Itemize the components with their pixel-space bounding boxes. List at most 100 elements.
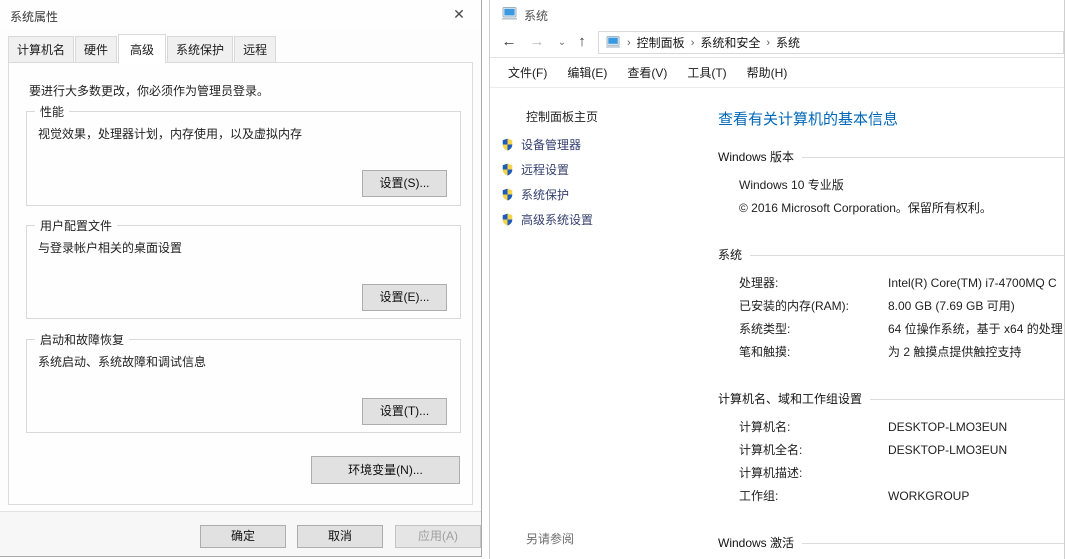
section-title: Windows 版本	[718, 150, 795, 164]
recent-pages-chevron-icon[interactable]: ⌄	[552, 37, 572, 48]
spec-value: DESKTOP-LMO3EUN	[888, 420, 1008, 434]
startup-recovery-group: 启动和故障恢复 系统启动、系统故障和调试信息 设置(T)...	[26, 331, 461, 433]
sidebar-item-control-panel-home[interactable]: 控制面板主页	[526, 108, 598, 125]
spec-row-full-computer-name: 计算机全名: DESKTOP-LMO3EUN	[739, 439, 1064, 462]
up-icon[interactable]: ↑	[572, 33, 592, 50]
section-title: 系统	[718, 248, 743, 262]
window-titlebar[interactable]: 系统	[490, 0, 1064, 28]
spec-row-ram: 已安装的内存(RAM): 8.00 GB (7.69 GB 可用)	[739, 295, 1064, 318]
performance-group-desc: 视觉效果，处理器计划，内存使用，以及虚拟内存	[38, 127, 303, 141]
ok-button[interactable]: 确定	[200, 525, 286, 548]
uac-shield-icon	[501, 162, 514, 177]
section-title: 计算机名、域和工作组设置	[718, 392, 863, 406]
back-icon[interactable]: ←	[499, 33, 519, 50]
breadcrumb-computer-icon	[606, 36, 621, 49]
spec-value: 为 2 触摸点提供触控支持	[888, 345, 1022, 359]
spec-row-workgroup: 工作组: WORKGROUP	[739, 485, 1064, 508]
screen: 系统属性 ✕ 计算机名 硬件 高级 系统保护 远程 要进行大多数更改，你必须作为…	[0, 0, 1065, 559]
spec-label: 计算机全名:	[739, 443, 803, 457]
windows-edition-section: Windows 版本 Windows 10 专业版 © 2016 Microso…	[718, 148, 1064, 220]
spec-row-computer-description: 计算机描述:	[739, 462, 1064, 485]
tab-system-protection[interactable]: 系统保护	[167, 36, 234, 63]
windows-activation-section: Windows 激活 Windows 已激活 阅读 Microsoft 软件许可…	[718, 534, 1064, 559]
windows-copyright: © 2016 Microsoft Corporation。保留所有权利。	[739, 201, 992, 215]
spec-label: 工作组:	[739, 489, 779, 503]
dialog-titlebar[interactable]: 系统属性 ✕	[0, 0, 481, 30]
sidebar-item-advanced-system-settings[interactable]: 高级系统设置	[501, 207, 690, 232]
spec-row-processor: 处理器: Intel(R) Core(TM) i7-4700MQ C	[739, 272, 1064, 295]
tab-hardware[interactable]: 硬件	[75, 36, 118, 63]
breadcrumb-separator-icon: ›	[627, 36, 631, 49]
spec-label: 已安装的内存(RAM):	[739, 299, 849, 313]
menu-help[interactable]: 帮助(H)	[737, 59, 798, 86]
spec-value: Intel(R) Core(TM) i7-4700MQ C	[888, 276, 1057, 290]
spec-label: 笔和触摸:	[739, 345, 791, 359]
user-profiles-settings-button[interactable]: 设置(E)...	[362, 284, 447, 311]
section-divider	[802, 157, 1064, 158]
breadcrumb-system-security[interactable]: 系统和安全	[700, 34, 760, 51]
task-sidebar: 控制面板主页 设备管理器 远程设置 系统保护 高级系统设置 另请参阅	[490, 88, 690, 559]
breadcrumb-separator-icon: ›	[690, 36, 695, 49]
menu-tools[interactable]: 工具(T)	[677, 59, 736, 86]
menu-view[interactable]: 查看(V)	[617, 59, 677, 86]
dialog-footer: 确定 取消 应用(A)	[0, 511, 481, 556]
spec-value: DESKTOP-LMO3EUN	[888, 443, 1008, 457]
system-window: 系统 ← → ⌄ ↑ › 控制面板 › 系统和安全 › 系统 文件(F) 编辑(…	[489, 0, 1065, 559]
spec-value	[888, 462, 1064, 485]
computer-name-section: 计算机名、域和工作组设置 计算机名: DESKTOP-LMO3EUN 计算机全名…	[718, 390, 1064, 508]
navigation-toolbar: ← → ⌄ ↑ › 控制面板 › 系统和安全 › 系统	[490, 28, 1064, 58]
computer-icon	[502, 7, 518, 24]
system-section: 系统 处理器: Intel(R) Core(TM) i7-4700MQ C 已安…	[718, 246, 1064, 364]
performance-settings-button[interactable]: 设置(S)...	[362, 170, 447, 197]
sidebar-item-remote-settings[interactable]: 远程设置	[501, 157, 690, 182]
environment-variables-button[interactable]: 环境变量(N)...	[311, 456, 460, 484]
sidebar-item-label: 系统保护	[521, 188, 570, 202]
section-divider	[870, 399, 1064, 400]
performance-group-title: 性能	[35, 103, 70, 120]
spec-row-system-type: 系统类型: 64 位操作系统，基于 x64 的处理	[739, 318, 1064, 341]
system-info-content: 查看有关计算机的基本信息 Windows 版本 Windows 10 专业版 ©…	[690, 88, 1064, 559]
cancel-button[interactable]: 取消	[297, 525, 383, 548]
breadcrumb-system[interactable]: 系统	[776, 34, 800, 51]
startup-recovery-group-title: 启动和故障恢复	[35, 331, 130, 348]
menu-file[interactable]: 文件(F)	[498, 59, 557, 86]
performance-group: 性能 视觉效果，处理器计划，内存使用，以及虚拟内存 设置(S)...	[26, 103, 461, 206]
spec-row-computer-name: 计算机名: DESKTOP-LMO3EUN	[739, 416, 1064, 439]
menu-edit[interactable]: 编辑(E)	[557, 59, 617, 86]
spec-value: 8.00 GB (7.69 GB 可用)	[888, 299, 1015, 313]
startup-recovery-group-desc: 系统启动、系统故障和调试信息	[38, 355, 207, 369]
tab-computer-name[interactable]: 计算机名	[8, 36, 75, 63]
sidebar-item-label: 设备管理器	[521, 138, 582, 152]
see-also-label: 另请参阅	[526, 532, 575, 546]
apply-button: 应用(A)	[395, 525, 481, 548]
spec-value: WORKGROUP	[888, 489, 970, 503]
spec-label: 系统类型:	[739, 322, 791, 336]
tab-advanced[interactable]: 高级	[118, 34, 167, 64]
uac-shield-icon	[501, 187, 514, 202]
system-properties-dialog: 系统属性 ✕ 计算机名 硬件 高级 系统保护 远程 要进行大多数更改，你必须作为…	[0, 0, 482, 557]
address-bar[interactable]: › 控制面板 › 系统和安全 › 系统	[598, 31, 1064, 54]
close-icon[interactable]: ✕	[437, 0, 481, 30]
sidebar-item-label: 高级系统设置	[521, 213, 594, 227]
page-title: 查看有关计算机的基本信息	[718, 111, 899, 128]
uac-shield-icon	[501, 212, 514, 227]
section-divider	[750, 255, 1064, 256]
sidebar-item-label: 远程设置	[521, 163, 570, 177]
sidebar-item-system-protection[interactable]: 系统保护	[501, 182, 690, 207]
menu-bar: 文件(F) 编辑(E) 查看(V) 工具(T) 帮助(H)	[490, 58, 1064, 88]
spec-label: 计算机描述:	[739, 466, 803, 480]
spec-label: 计算机名:	[739, 420, 791, 434]
breadcrumb-control-panel[interactable]: 控制面板	[637, 34, 685, 51]
dialog-title: 系统属性	[10, 10, 59, 24]
spec-row-pen-touch: 笔和触摸: 为 2 触摸点提供触控支持	[739, 341, 1064, 364]
windows-edition-name: Windows 10 专业版	[739, 178, 844, 192]
spec-label: 处理器:	[739, 276, 779, 290]
tab-strip: 计算机名 硬件 高级 系统保护 远程	[8, 34, 277, 64]
user-profiles-group: 用户配置文件 与登录帐户相关的桌面设置 设置(E)...	[26, 217, 461, 319]
uac-shield-icon	[501, 137, 514, 152]
tab-remote[interactable]: 远程	[234, 36, 277, 63]
startup-recovery-settings-button[interactable]: 设置(T)...	[362, 398, 447, 425]
sidebar-item-device-manager[interactable]: 设备管理器	[501, 132, 690, 157]
sidebar-task-list: 设备管理器 远程设置 系统保护 高级系统设置	[501, 132, 690, 232]
forward-icon: →	[529, 33, 545, 50]
